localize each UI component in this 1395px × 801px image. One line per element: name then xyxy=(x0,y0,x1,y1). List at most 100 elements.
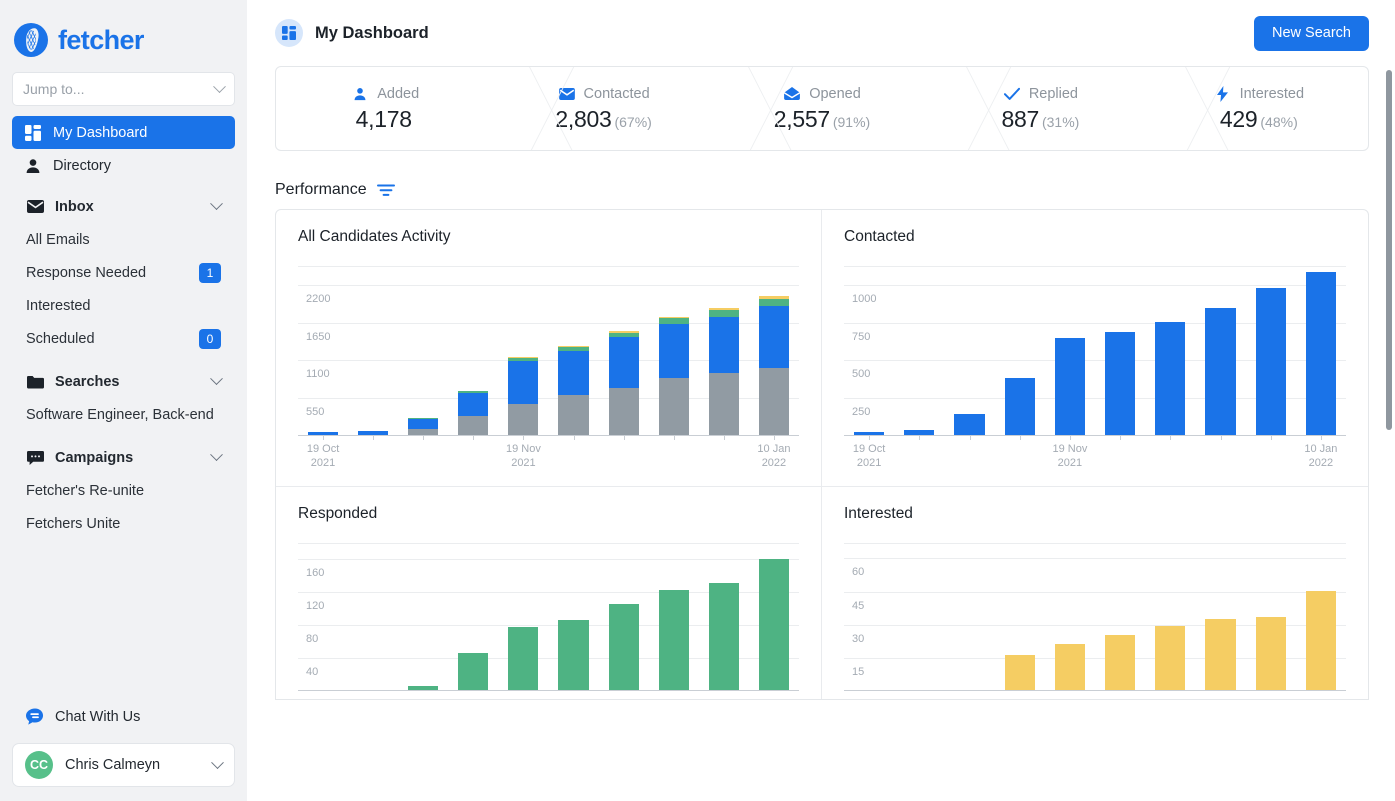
bar-slot[interactable] xyxy=(348,543,398,690)
jump-to-input[interactable]: Jump to... xyxy=(12,72,235,106)
chevron-down-icon[interactable] xyxy=(210,372,223,386)
new-search-button[interactable]: New Search xyxy=(1254,15,1369,51)
chart-plot-all-candidates-activity[interactable]: 550 1100 1650 2200 19 Oct 2021 19 Nov 2021 10 Ja… xyxy=(298,266,799,469)
sidebar-item-response-needed[interactable]: Response Needed 1 xyxy=(12,256,235,289)
bar[interactable] xyxy=(508,357,539,435)
bar[interactable] xyxy=(1205,619,1236,690)
sidebar-group-inbox[interactable]: Inbox xyxy=(12,190,235,223)
bar-slot[interactable] xyxy=(398,266,448,440)
bar[interactable] xyxy=(1004,654,1035,690)
bar-slot[interactable] xyxy=(844,543,894,690)
bar-slot[interactable] xyxy=(398,543,448,690)
bar-slot[interactable] xyxy=(348,266,398,440)
bar[interactable] xyxy=(408,417,439,435)
chevron-down-icon[interactable] xyxy=(210,197,223,211)
bar[interactable] xyxy=(1255,288,1286,435)
bar[interactable] xyxy=(1155,625,1186,690)
chat-with-us-button[interactable]: Chat With Us xyxy=(0,697,247,737)
bar[interactable] xyxy=(954,413,985,435)
bar[interactable] xyxy=(1054,643,1085,690)
chevron-down-icon[interactable] xyxy=(210,448,223,462)
bar-slot[interactable] xyxy=(1195,266,1245,440)
bar-slot[interactable] xyxy=(1195,543,1245,690)
bar-slot[interactable] xyxy=(298,543,348,690)
stat-added[interactable]: Added 4,178 xyxy=(276,67,494,150)
bar[interactable] xyxy=(458,390,489,435)
bar[interactable] xyxy=(708,308,739,435)
filter-icon[interactable] xyxy=(376,181,395,199)
bar[interactable] xyxy=(1255,617,1286,690)
bar[interactable] xyxy=(1205,308,1236,435)
bar-slot[interactable] xyxy=(1045,266,1095,440)
bar-slot[interactable] xyxy=(599,543,649,690)
stat-contacted[interactable]: Contacted 2,803 (67%) xyxy=(494,67,712,150)
chart-plot-responded[interactable]: 40 80 120 160 xyxy=(298,543,799,691)
sidebar-item-interested[interactable]: Interested xyxy=(12,289,235,322)
bar[interactable] xyxy=(658,316,689,435)
stat-replied[interactable]: Replied 887 (31%) xyxy=(931,67,1149,150)
bar-slot[interactable] xyxy=(448,266,498,440)
sidebar-item-my-dashboard[interactable]: My Dashboard xyxy=(12,116,235,149)
bar[interactable] xyxy=(1105,634,1136,690)
vertical-scrollbar[interactable] xyxy=(1386,70,1392,430)
brand[interactable]: fetcher xyxy=(0,0,247,66)
bar[interactable] xyxy=(708,583,739,690)
bar-slot[interactable] xyxy=(699,543,749,690)
bar-slot[interactable] xyxy=(1296,543,1346,690)
bar-slot[interactable] xyxy=(844,266,894,440)
bar-slot[interactable] xyxy=(944,543,994,690)
bar-slot[interactable] xyxy=(1045,543,1095,690)
bar-slot[interactable] xyxy=(1145,266,1195,440)
bar-slot[interactable] xyxy=(298,266,348,440)
user-menu[interactable]: CC Chris Calmeyn xyxy=(12,743,235,787)
bar[interactable] xyxy=(1054,338,1085,435)
sidebar-item-directory[interactable]: Directory xyxy=(12,149,235,182)
stat-opened[interactable]: Opened 2,557 (91%) xyxy=(713,67,931,150)
bar[interactable] xyxy=(558,620,589,690)
bar-slot[interactable] xyxy=(1246,543,1296,690)
bar-slot[interactable] xyxy=(995,543,1045,690)
bar-slot[interactable] xyxy=(699,266,749,440)
bar-slot[interactable] xyxy=(1246,266,1296,440)
bar[interactable] xyxy=(1155,322,1186,435)
sidebar-group-campaigns[interactable]: Campaigns xyxy=(12,441,235,474)
chart-plot-interested[interactable]: 15 30 45 60 xyxy=(844,543,1346,691)
bar-slot[interactable] xyxy=(944,266,994,440)
bar-slot[interactable] xyxy=(498,266,548,440)
bar-slot[interactable] xyxy=(1095,266,1145,440)
sidebar-item-all-emails[interactable]: All Emails xyxy=(12,223,235,256)
bar-slot[interactable] xyxy=(548,266,598,440)
sidebar-item-fetchers-unite[interactable]: Fetchers Unite xyxy=(12,507,235,540)
bar-slot[interactable] xyxy=(1145,543,1195,690)
bar-slot[interactable] xyxy=(599,266,649,440)
bar-slot[interactable] xyxy=(548,543,598,690)
bar[interactable] xyxy=(1105,332,1136,435)
bar-slot[interactable] xyxy=(995,266,1045,440)
sidebar-group-searches[interactable]: Searches xyxy=(12,365,235,398)
bar[interactable] xyxy=(608,331,639,435)
chart-plot-contacted[interactable]: 250 500 750 1000 19 Oct 2021 19 Nov 2021 10 Jan 2… xyxy=(844,266,1346,469)
bar-slot[interactable] xyxy=(649,543,699,690)
bar[interactable] xyxy=(1305,271,1336,435)
bar-slot[interactable] xyxy=(448,543,498,690)
bar[interactable] xyxy=(658,589,689,690)
bar[interactable] xyxy=(408,685,439,690)
bar-slot[interactable] xyxy=(749,266,799,440)
stat-interested[interactable]: Interested 429 (48%) xyxy=(1150,67,1368,150)
bar[interactable] xyxy=(608,603,639,690)
bar[interactable] xyxy=(758,559,789,690)
bar-slot[interactable] xyxy=(894,266,944,440)
bar[interactable] xyxy=(758,296,789,435)
bar[interactable] xyxy=(558,346,589,435)
sidebar-item-fetchers-re-unite[interactable]: Fetcher's Re-unite xyxy=(12,474,235,507)
bar-slot[interactable] xyxy=(1296,266,1346,440)
bar-slot[interactable] xyxy=(1095,543,1145,690)
bar-slot[interactable] xyxy=(498,543,548,690)
bar-slot[interactable] xyxy=(749,543,799,690)
sidebar-item-scheduled[interactable]: Scheduled 0 xyxy=(12,322,235,355)
bar[interactable] xyxy=(458,653,489,690)
bar[interactable] xyxy=(1004,377,1035,435)
bar[interactable] xyxy=(508,626,539,690)
bar[interactable] xyxy=(1305,590,1336,690)
bar-slot[interactable] xyxy=(894,543,944,690)
